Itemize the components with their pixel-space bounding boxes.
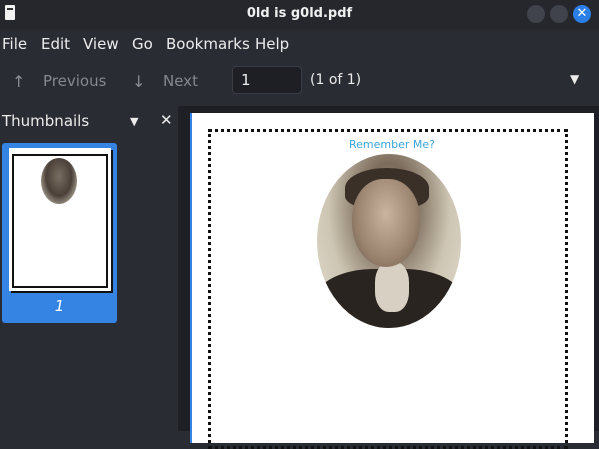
thumbnail-page-number: 1 <box>54 297 65 315</box>
menu-file[interactable]: File <box>2 35 27 53</box>
sidebar-title: Thumbnails <box>2 112 90 130</box>
menu-view[interactable]: View <box>83 35 119 53</box>
caret-down-icon[interactable]: ▼ <box>570 72 579 86</box>
maximize-button[interactable] <box>550 5 568 23</box>
menu-edit[interactable]: Edit <box>41 35 70 53</box>
page-focus-edge <box>190 113 192 443</box>
menu-go[interactable]: Go <box>132 35 153 53</box>
page-count-label: (1 of 1) <box>310 72 362 88</box>
thumbnail-portrait-image <box>41 158 77 204</box>
pdf-page: Remember Me? <box>190 113 594 449</box>
close-icon: ✕ <box>576 6 588 21</box>
next-label: Next <box>163 72 198 90</box>
portrait-face <box>352 179 420 267</box>
sidebar-close-icon[interactable]: ✕ <box>160 111 173 129</box>
document-view[interactable]: Remember Me? <box>181 106 599 449</box>
sidebar-dropdown-icon[interactable]: ▼ <box>130 115 138 128</box>
menu-help[interactable]: Help <box>255 35 289 53</box>
window-title: 0ld is g0ld.pdf <box>246 6 353 21</box>
portrait-image <box>317 154 461 328</box>
sidebar: Thumbnails ▼ ✕ 1 <box>0 106 178 431</box>
title-bar: 0ld is g0ld.pdf ✕ <box>0 0 599 30</box>
previous-label: Previous <box>43 72 107 90</box>
sidebar-header: Thumbnails ▼ ✕ <box>0 106 178 136</box>
menu-bookmarks[interactable]: Bookmarks <box>166 35 250 53</box>
arrow-down-icon: ↓ <box>132 72 146 91</box>
toolbar: ↑ Previous ↓ Next 1 (1 of 1) ▼ <box>0 56 599 106</box>
page-number-input[interactable]: 1 <box>232 66 302 94</box>
portrait-cravat <box>375 262 409 312</box>
arrow-up-icon: ↑ <box>12 72 26 91</box>
menu-bar: File Edit View Go Bookmarks Help <box>0 30 599 56</box>
thumbnail-page <box>9 148 111 291</box>
minimize-button[interactable] <box>527 5 545 23</box>
document-heading: Remember Me? <box>349 138 435 151</box>
close-button[interactable]: ✕ <box>573 5 591 23</box>
thumbnail-item[interactable]: 1 <box>2 143 117 323</box>
